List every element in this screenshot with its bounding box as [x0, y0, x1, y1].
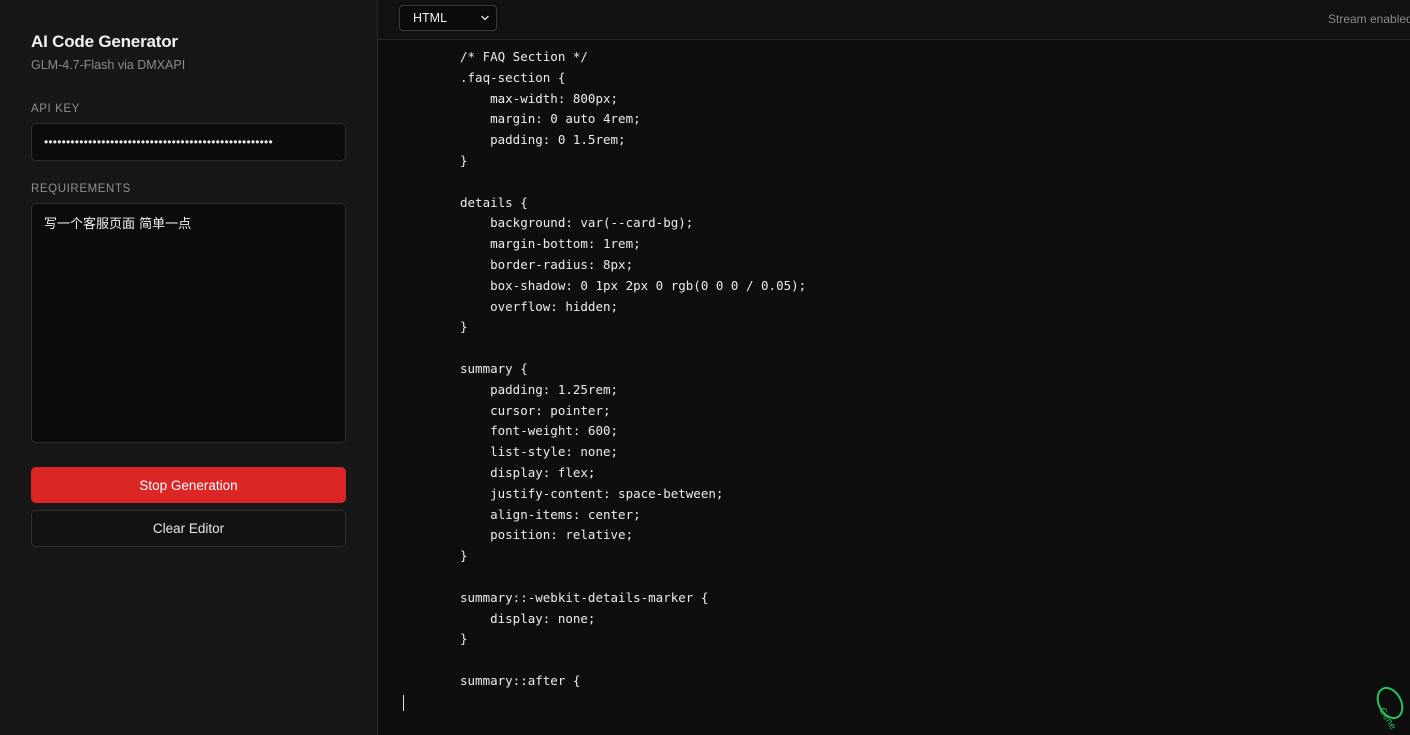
language-select-value: HTML — [413, 11, 448, 25]
stop-generation-button[interactable]: Stop Generation — [31, 467, 346, 503]
language-select[interactable]: HTML — [399, 5, 497, 31]
api-key-input[interactable] — [31, 123, 346, 161]
generating-indicator-icon: Gene — [1376, 686, 1404, 732]
requirements-label: REQUIREMENTS — [31, 183, 131, 195]
main-panel: HTML Stream enabled /* FAQ Section */ .f… — [378, 0, 1410, 735]
requirements-textarea[interactable]: 写一个客服页面 简单一点 — [31, 203, 346, 443]
app-root: AI Code Generator GLM-4.7-Flash via DMXA… — [0, 0, 1410, 735]
app-title: AI Code Generator — [31, 32, 178, 51]
sidebar: AI Code Generator GLM-4.7-Flash via DMXA… — [0, 0, 378, 735]
clear-editor-button[interactable]: Clear Editor — [31, 510, 346, 547]
generating-indicator-text: Gene — [1376, 706, 1397, 732]
editor-toolbar: HTML Stream enabled — [378, 0, 1410, 40]
stream-status: Stream enabled — [1328, 12, 1410, 26]
code-content: /* FAQ Section */ .faq-section { max-wid… — [460, 49, 807, 688]
api-key-label: API KEY — [31, 103, 80, 115]
app-subtitle: GLM-4.7-Flash via DMXAPI — [31, 58, 186, 72]
code-editor[interactable]: /* FAQ Section */ .faq-section { max-wid… — [378, 40, 1410, 735]
chevron-down-icon — [481, 15, 489, 21]
text-cursor — [403, 695, 404, 711]
